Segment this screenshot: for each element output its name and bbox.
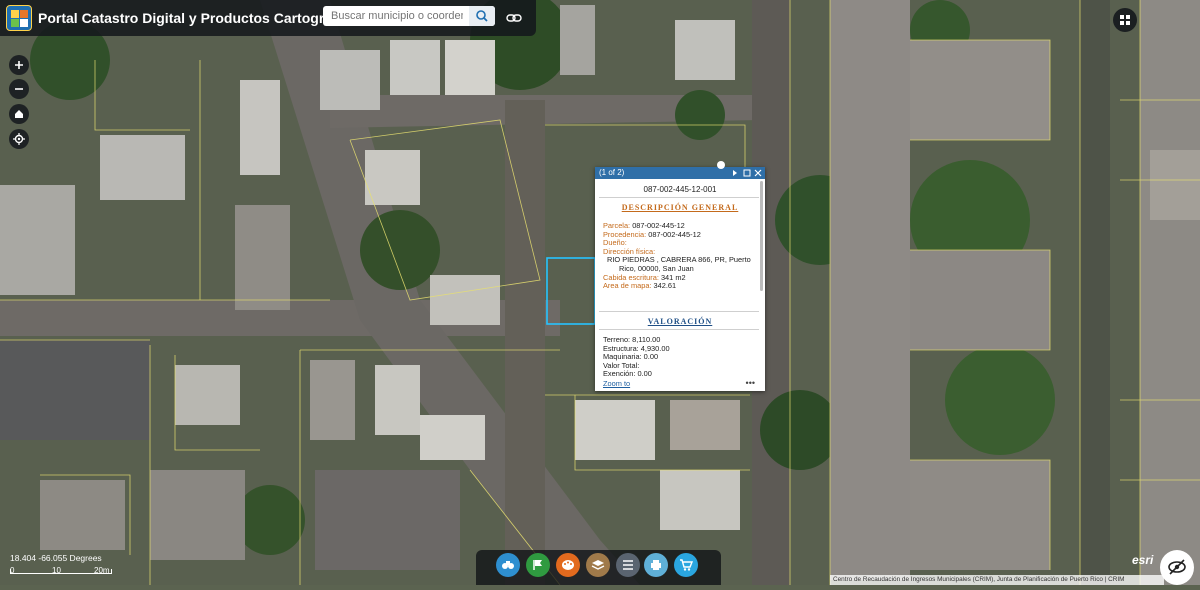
popup-header: (1 of 2) bbox=[595, 167, 765, 179]
plus-icon bbox=[15, 61, 23, 69]
divider bbox=[599, 311, 759, 312]
divider bbox=[599, 197, 759, 198]
widget-toolbar bbox=[476, 550, 721, 585]
print-button[interactable] bbox=[644, 553, 668, 577]
home-icon bbox=[15, 110, 23, 118]
flag-icon bbox=[533, 560, 542, 570]
zoom-in-button[interactable] bbox=[9, 55, 29, 75]
more-actions-button[interactable]: ••• bbox=[746, 378, 755, 388]
attribution: Centro de Recaudación de Ingresos Munici… bbox=[830, 575, 1164, 585]
dock-icon[interactable] bbox=[743, 169, 751, 177]
field-valor-total: Valor Total: bbox=[603, 360, 640, 370]
popup-pointer bbox=[717, 161, 725, 169]
binoculars-icon bbox=[502, 561, 514, 569]
popup-pager: (1 of 2) bbox=[599, 168, 625, 177]
search-box bbox=[323, 6, 495, 26]
search-button[interactable] bbox=[469, 6, 495, 26]
palette-icon bbox=[562, 560, 574, 570]
home-button[interactable] bbox=[9, 104, 29, 124]
coordinate-readout: 18.404 -66.055 Degrees bbox=[10, 553, 102, 563]
field-area: Area de mapa: 342.61 bbox=[603, 281, 677, 291]
app-header: Portal Catastro Digital y Productos Cart… bbox=[0, 0, 536, 36]
bookmarks-button[interactable] bbox=[526, 553, 550, 577]
app-logo bbox=[6, 5, 32, 31]
search-icon bbox=[476, 10, 488, 22]
popup-scrollbar[interactable] bbox=[760, 181, 763, 291]
scale-label-mid: 10 bbox=[52, 566, 61, 575]
basemap-button[interactable] bbox=[556, 553, 580, 577]
cart-icon bbox=[680, 559, 693, 571]
app-title: Portal Catastro Digital y Productos Cart… bbox=[38, 10, 365, 26]
parcel-id: 087-002-445-12-001 bbox=[643, 185, 717, 194]
list-icon bbox=[623, 560, 633, 570]
search-input[interactable] bbox=[323, 6, 463, 26]
eye-slash-icon bbox=[1168, 559, 1186, 575]
link-icon bbox=[506, 14, 522, 22]
minus-icon bbox=[15, 88, 23, 90]
section-descripcion-title: DESCRIPCIÓN GENERAL bbox=[621, 203, 739, 212]
layers-icon bbox=[591, 560, 605, 570]
print-icon bbox=[651, 560, 661, 570]
legend-button[interactable] bbox=[616, 553, 640, 577]
grid-icon bbox=[1120, 15, 1130, 25]
zoom-out-button[interactable] bbox=[9, 79, 29, 99]
divider bbox=[599, 329, 759, 330]
scale-label-end: 20m bbox=[94, 566, 110, 575]
layers-button[interactable] bbox=[586, 553, 610, 577]
close-icon[interactable] bbox=[754, 169, 762, 177]
section-valoracion-title: VALORACIÓN bbox=[647, 317, 713, 326]
crosshair-icon bbox=[13, 133, 25, 145]
app-menu-button[interactable] bbox=[1113, 8, 1137, 32]
find-parcel-button[interactable] bbox=[496, 553, 520, 577]
share-link-button[interactable] bbox=[503, 9, 525, 27]
zoom-to-link[interactable]: Zoom to bbox=[603, 379, 630, 388]
scale-label-start: 0 bbox=[10, 566, 15, 575]
esri-logo: esri bbox=[1132, 553, 1154, 567]
locate-button[interactable] bbox=[9, 129, 29, 149]
next-feature-icon[interactable] bbox=[731, 169, 739, 177]
accessibility-button[interactable] bbox=[1160, 550, 1194, 585]
field-exencion: Exención: 0.00 bbox=[603, 370, 652, 377]
parcel-popup: (1 of 2) 087-002-445-12-001 DESCRIPCIÓN … bbox=[595, 167, 765, 391]
products-cart-button[interactable] bbox=[674, 553, 698, 577]
